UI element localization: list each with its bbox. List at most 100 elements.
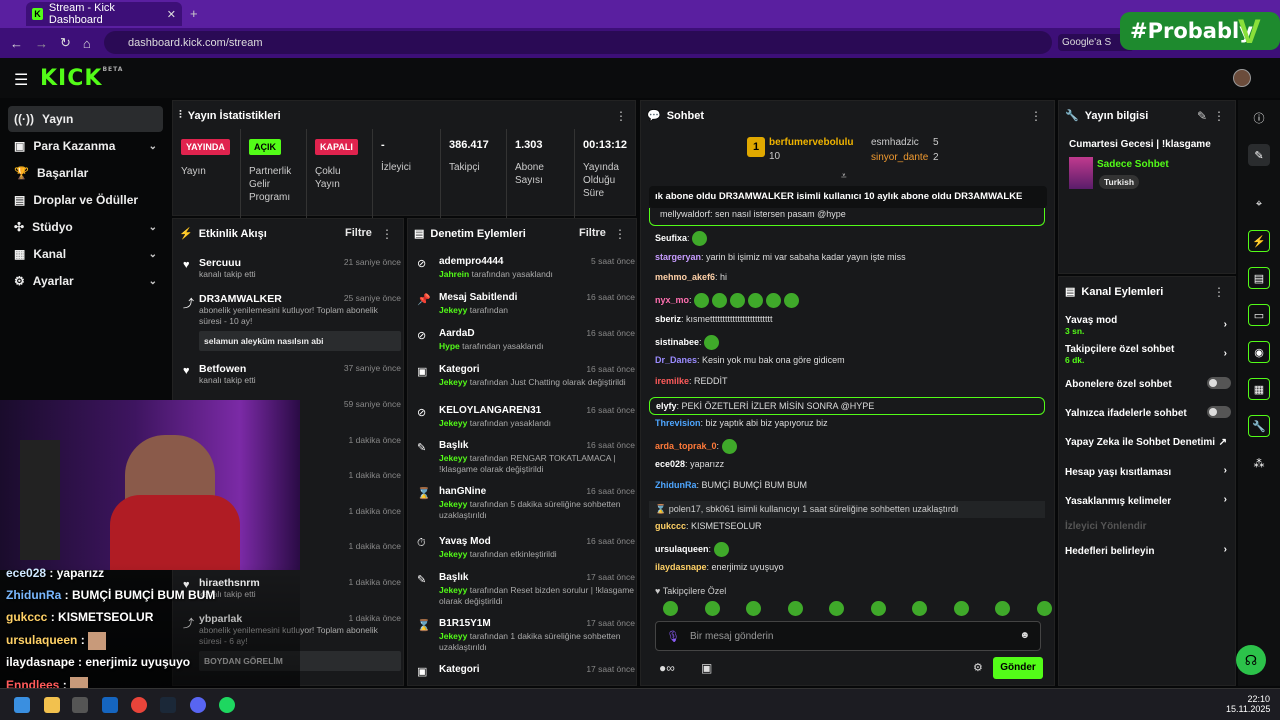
action-subscribers-only[interactable]: Abonelere özel sohbet <box>1065 377 1231 390</box>
modlog-filter-button[interactable]: Filtre <box>579 227 606 239</box>
sidebar-item-kanal[interactable]: ▦ Kanal ⌄ <box>8 241 163 267</box>
chat-username[interactable]: gukccc <box>655 521 686 531</box>
broadcast-icon[interactable]: ◉ <box>1248 341 1270 363</box>
chat-message[interactable]: mehmo_akef6: hi <box>655 272 727 282</box>
emote-icon[interactable] <box>953 601 969 616</box>
edit-icon[interactable]: ✎ <box>1197 109 1207 123</box>
action-ai-moderation[interactable]: Yapay Zeka ile Sohbet Denetimi ↗ <box>1065 437 1231 448</box>
outlook-icon[interactable] <box>102 697 118 713</box>
chat-message[interactable]: ⌛ polen17, sbk061 isimli kullanıcıyı 1 s… <box>649 501 1045 518</box>
emote-icon[interactable] <box>663 601 678 616</box>
emote-icon[interactable] <box>870 601 886 616</box>
send-button[interactable]: Gönder <box>993 657 1043 679</box>
list-icon[interactable]: ▤ <box>1248 267 1270 289</box>
chat-username[interactable]: sberiz <box>655 314 681 324</box>
action-banned-words[interactable]: Yasaklanmış kelimeler › <box>1065 494 1231 507</box>
wrench-icon[interactable]: 🔧 <box>1248 415 1270 437</box>
chat-username[interactable]: ZhidunRa <box>655 480 697 490</box>
chat-username[interactable]: iremilke <box>655 376 689 386</box>
home-icon[interactable]: ⌂ <box>83 36 91 51</box>
sidebar-item-droplar[interactable]: ▤ Droplar ve Ödüller <box>8 187 163 213</box>
avatar[interactable] <box>1233 69 1251 87</box>
reload-icon[interactable]: ↻ <box>60 35 71 51</box>
lightning-icon[interactable]: ⚡ <box>1248 230 1270 252</box>
store-icon[interactable] <box>72 697 88 713</box>
more-icon[interactable]: ⋮ <box>615 109 627 123</box>
chat-username[interactable]: mehmo_akef6 <box>655 272 715 282</box>
chat-username[interactable]: ece028 <box>655 459 685 469</box>
sidebar-item-para-kazanma[interactable]: ▣ Para Kazanma ⌄ <box>8 133 163 159</box>
toggle-switch[interactable] <box>1207 377 1231 389</box>
emote-icon[interactable] <box>704 601 720 616</box>
mod-actor[interactable]: Jekeyy <box>439 453 467 463</box>
forward-icon[interactable]: → <box>35 36 48 51</box>
action-slow-mode[interactable]: Yavaş mod 3 sn. › <box>1065 315 1231 336</box>
emote-icon[interactable] <box>829 601 844 616</box>
chat-settings-icon[interactable]: ⚙ <box>973 661 983 674</box>
action-emote-only[interactable]: Yalnızca ifadelerle sohbet <box>1065 406 1231 419</box>
sidebar-item-studyo[interactable]: ✣ Stüdyo ⌄ <box>8 214 163 240</box>
action-goals[interactable]: Hedefleri belirleyin › <box>1065 544 1231 557</box>
mod-actor[interactable]: Jekeyy <box>439 377 467 387</box>
chat-username[interactable]: arda_toprak_0 <box>655 441 717 451</box>
chat-username[interactable]: elyfy <box>656 401 677 411</box>
more-icon[interactable]: ⋮ <box>614 227 626 241</box>
chat-message[interactable]: ece028: yaparızz <box>655 459 724 469</box>
chat-message[interactable]: iremilke: REDDİT <box>655 376 728 386</box>
chat-input[interactable]: 🎙 Bir mesaj gönderin ☻ <box>655 621 1041 651</box>
mod-actor[interactable]: Jekeyy <box>439 585 467 595</box>
menu-icon[interactable]: ☰ <box>14 70 28 90</box>
sidebar-item-ayarlar[interactable]: ⚙ Ayarlar ⌄ <box>8 268 163 294</box>
action-followers-only[interactable]: Takipçilere özel sohbet 6 dk. › <box>1065 344 1231 365</box>
chat-message[interactable]: sistinabee: <box>655 335 722 350</box>
chat-username[interactable]: Seufixa <box>655 233 687 243</box>
discord-icon[interactable] <box>190 697 206 713</box>
mod-actor[interactable]: Jahrein <box>439 269 469 279</box>
more-icon[interactable]: ⋮ <box>1213 285 1225 299</box>
chat-message[interactable]: nyx_mo: <box>655 293 802 308</box>
mod-actor[interactable]: Jekeyy <box>439 499 467 509</box>
edit-icon[interactable]: ✎ <box>1248 144 1270 166</box>
chat-username[interactable]: nyx_mo <box>655 295 689 305</box>
chat-message[interactable]: Threvision: biz yaptık abi biz yapıyoruz… <box>655 418 828 428</box>
emote-icon[interactable] <box>787 601 803 616</box>
mod-actor[interactable]: Jekeyy <box>439 418 467 428</box>
chat-message[interactable]: ilaydasnape: enerjimiz uyuşuyo <box>655 562 784 572</box>
more-icon[interactable]: ⋮ <box>1030 109 1042 123</box>
chat-username[interactable]: Dr_Danes <box>655 355 697 365</box>
steam-icon[interactable] <box>160 697 176 713</box>
chat-message[interactable]: gukccc: KISMETSEOLUR <box>655 521 762 531</box>
kick-logo[interactable]: KICKBETA <box>40 66 123 91</box>
chat-message[interactable]: ursulaqueen: <box>655 542 732 557</box>
chat-message[interactable]: Seufixa: <box>655 231 710 246</box>
target-icon[interactable]: ⌖ <box>1248 193 1270 215</box>
category-link[interactable]: Sadece Sohbet <box>1097 159 1169 170</box>
chat-username[interactable]: ursulaqueen <box>655 544 709 554</box>
sidebar-item-yayin[interactable]: ((·)) Yayın <box>8 106 163 132</box>
sidebar-item-basarilar[interactable]: 🏆 Başarılar <box>8 160 163 186</box>
activity-filter-button[interactable]: Filtre <box>345 227 372 239</box>
new-tab-icon[interactable]: + <box>190 6 198 21</box>
chrome-icon[interactable] <box>131 697 147 713</box>
pinned-message[interactable]: mellywaldorf: sen nasıl istersen pasam @… <box>649 208 1045 226</box>
mod-actor[interactable]: Jekeyy <box>439 305 467 315</box>
chat-message[interactable]: elyfy: PEKİ ÖZETLERİ İZLER MİSİN SONRA @… <box>649 397 1045 415</box>
more-icon[interactable]: ⋮ <box>381 227 393 241</box>
mod-actor[interactable]: Jekeyy <box>439 631 467 641</box>
spotify-icon[interactable] <box>219 697 235 713</box>
emote-icon[interactable] <box>995 601 1010 616</box>
back-icon[interactable]: ← <box>10 36 23 51</box>
mod-actor[interactable]: Jekeyy <box>439 549 467 559</box>
chat-message[interactable]: sberiz: kısmettttttttttttttttttttttttt <box>655 314 773 324</box>
emote-icon[interactable] <box>1036 601 1052 616</box>
chat-username[interactable]: sistinabee <box>655 337 699 347</box>
url-field[interactable]: dashboard.kick.com/stream <box>104 31 1052 54</box>
mod-actor[interactable]: Hype <box>439 341 460 351</box>
windows-start-icon[interactable] <box>14 697 30 713</box>
collapse-icon[interactable]: ⩡ <box>841 171 847 182</box>
action-account-age[interactable]: Hesap yaşı kısıtlaması › <box>1065 465 1231 478</box>
chat-message[interactable]: Dr_Danes: Kesin yok mu bak ona göre gidi… <box>655 355 845 365</box>
emote-icon[interactable] <box>912 601 927 616</box>
toggle-switch[interactable] <box>1207 406 1231 418</box>
clock[interactable]: 22:10 15.11.2025 <box>1226 694 1270 714</box>
